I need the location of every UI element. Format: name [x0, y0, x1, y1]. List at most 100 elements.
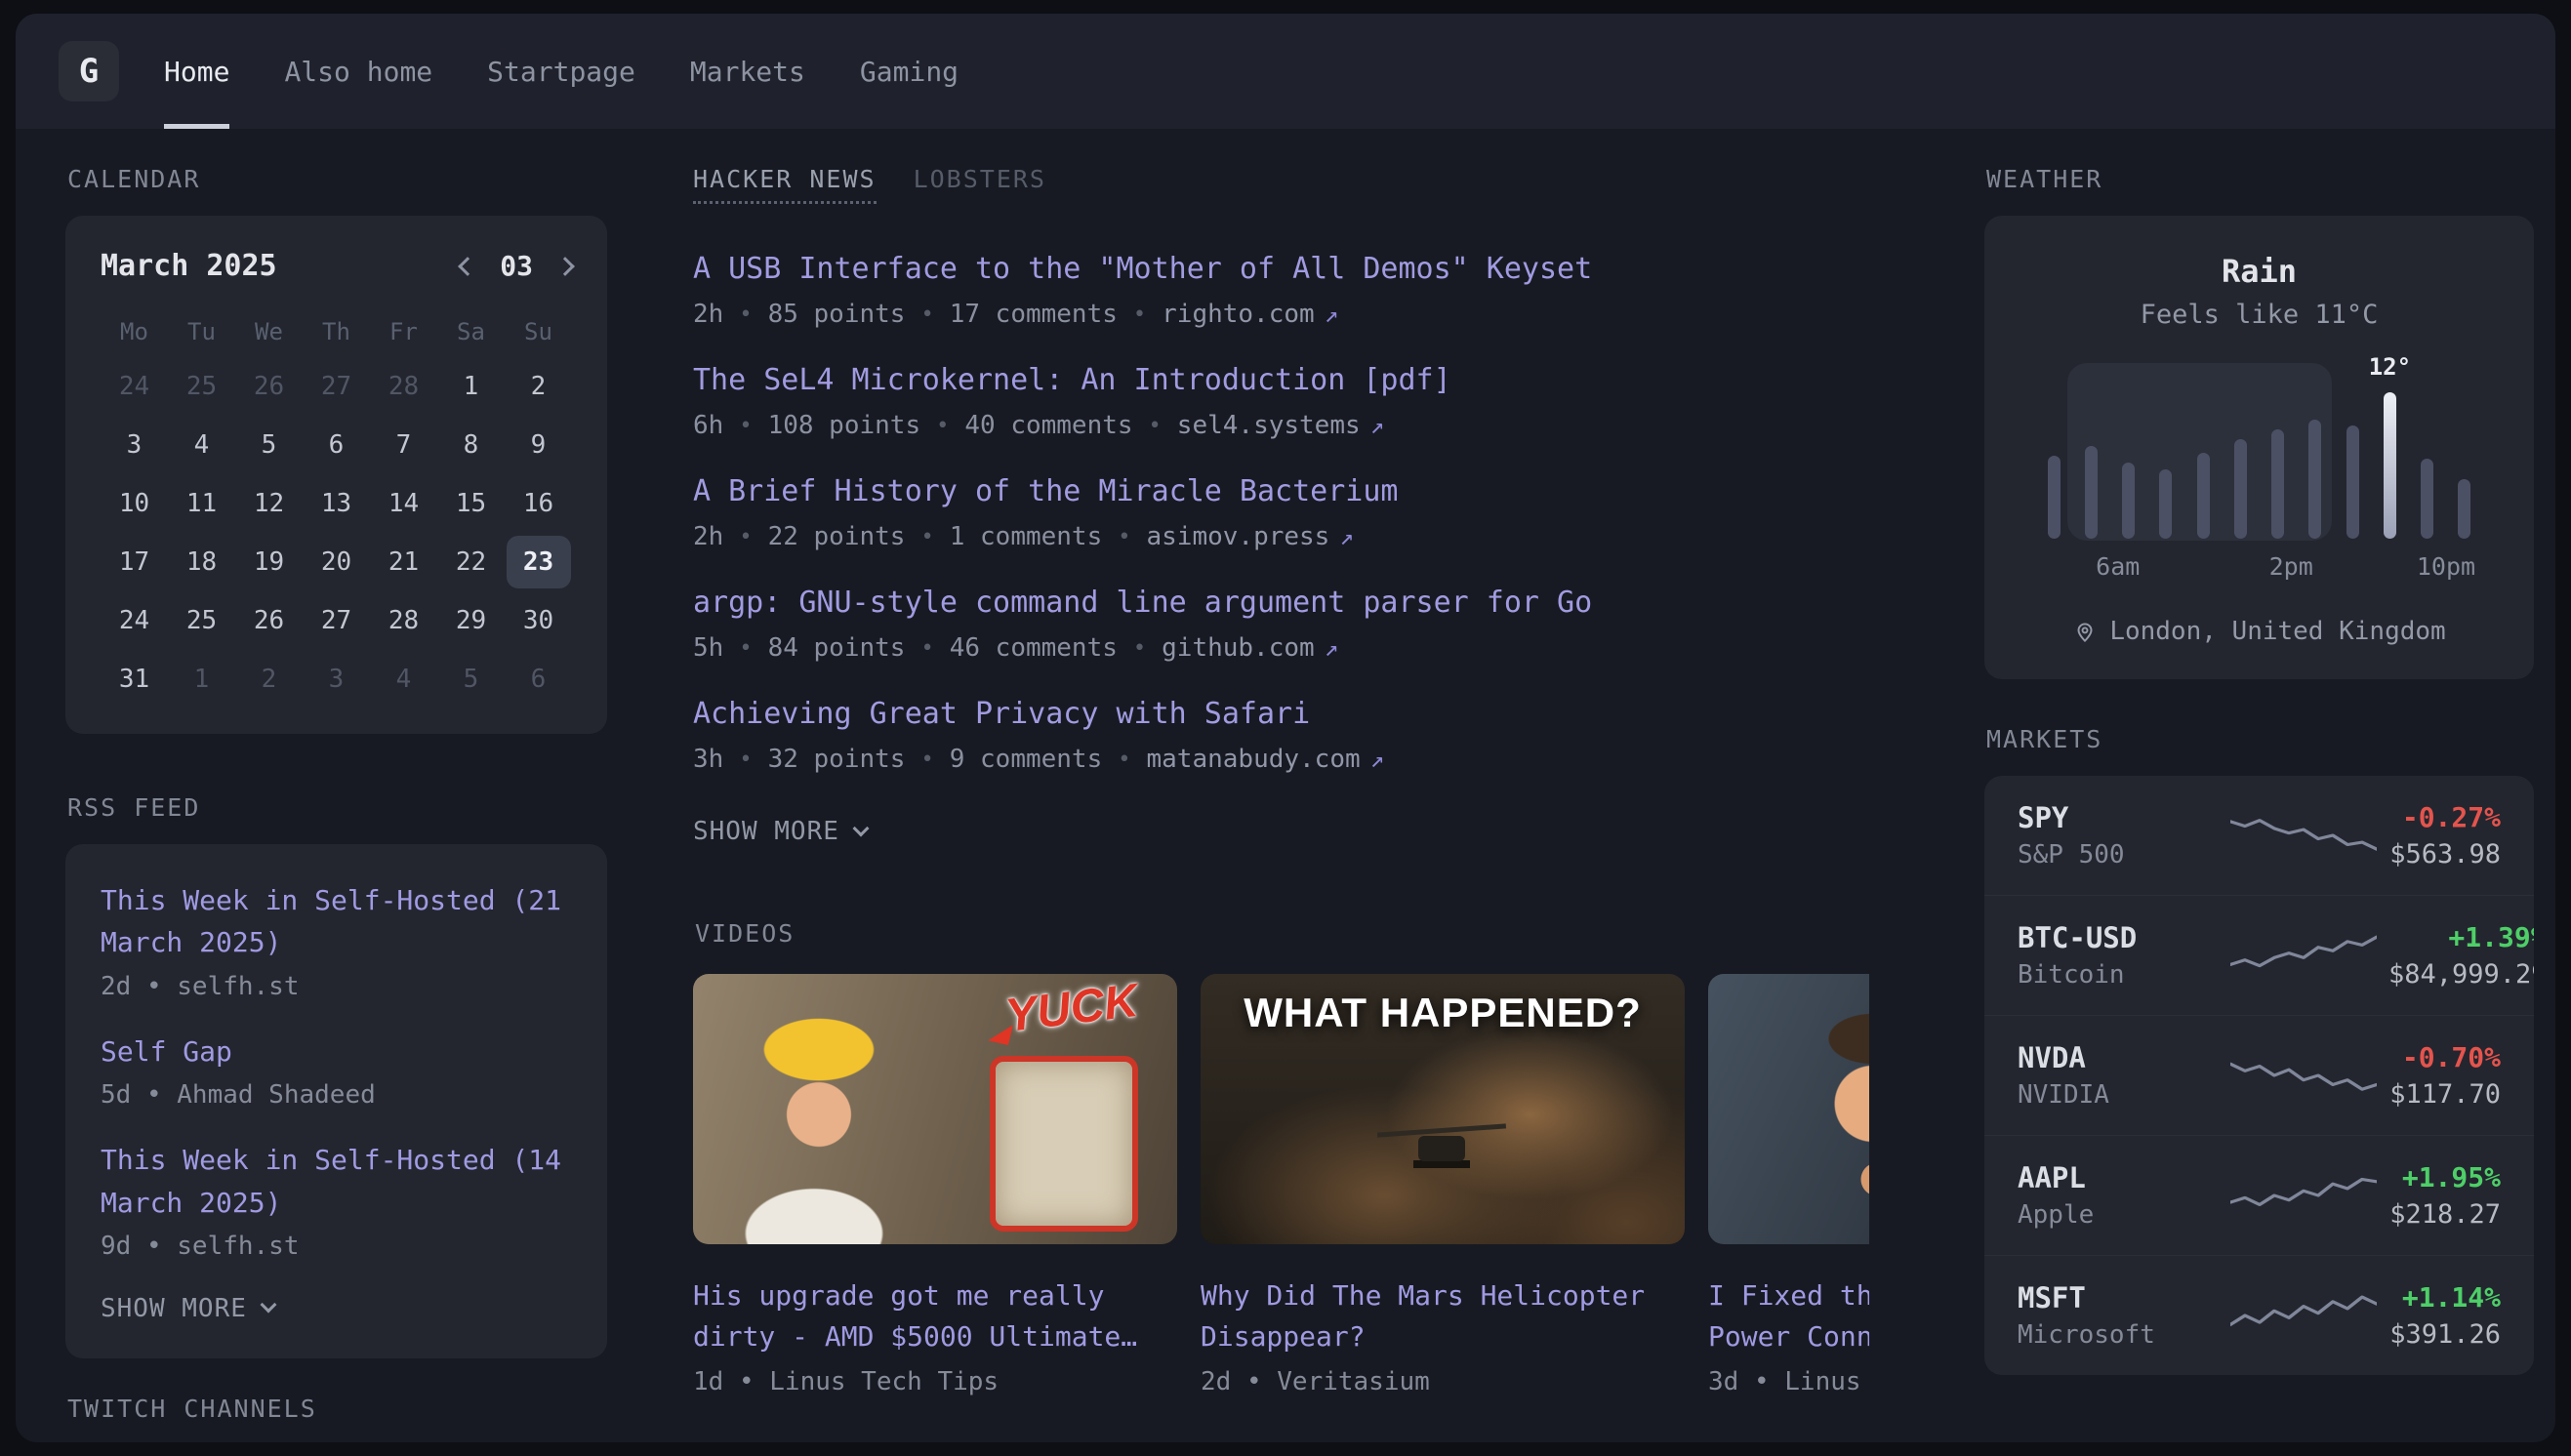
news-item-points: 84 points — [768, 633, 906, 663]
news-item-source-link[interactable]: asimov.press ↗ — [1147, 522, 1354, 551]
market-identity: SPY S&P 500 — [2018, 801, 2219, 870]
calendar-day: 13 — [303, 474, 370, 533]
calendar-header: March 2025 03 — [101, 249, 572, 283]
rss-item-title[interactable]: This Week in Self-Hosted (21 March 2025) — [101, 879, 572, 964]
weather-time-label: 2pm — [2269, 552, 2313, 581]
market-row[interactable]: MSFT Microsoft +1.14% $391.26 — [1984, 1255, 2534, 1375]
news-item-meta: 2h • 22 points • 1 comments • asimov.pre… — [693, 522, 1869, 551]
news-item-title[interactable]: A Brief History of the Miracle Bacterium — [693, 471, 1398, 512]
calendar-day: 12 — [235, 474, 303, 533]
nav-tab[interactable]: Gaming — [860, 14, 959, 129]
calendar-prev-button[interactable] — [461, 260, 474, 273]
news-feed-tab[interactable]: HACKER NEWS — [693, 164, 877, 204]
weather-time-label: 10pm — [2417, 552, 2475, 581]
weather-hour-bar — [2147, 373, 2184, 539]
weather-bar — [2159, 469, 2172, 539]
external-link-icon: ↗ — [1325, 301, 1338, 328]
calendar-day: 29 — [437, 591, 505, 650]
news-item-title[interactable]: argp: GNU-style command line argument pa… — [693, 583, 1592, 624]
weather-bar — [2085, 446, 2098, 539]
video-title-link[interactable]: Why Did The Mars Helicopter Disappear? — [1201, 1275, 1685, 1357]
weather-bar — [2271, 429, 2284, 539]
news-item-source-link[interactable]: sel4.systems ↗ — [1177, 411, 1384, 440]
calendar-controls: 03 — [461, 250, 572, 282]
calendar-day: 21 — [370, 533, 437, 591]
calendar-day: 6 — [505, 650, 572, 708]
market-change: +1.39% — [2388, 921, 2534, 953]
weather-hour-bar — [2409, 373, 2446, 539]
nav-tab[interactable]: Startpage — [487, 14, 635, 129]
news-item-source-link[interactable]: matanabudy.com ↗ — [1147, 745, 1385, 774]
videos-carousel: YUCK His upgrade got me really dirty - A… — [693, 974, 1869, 1396]
calendar-weekday-label: We — [235, 306, 303, 357]
bullet-separator: • — [1133, 636, 1146, 661]
weather-hour-bar: 12° — [2371, 373, 2408, 539]
weather-bar — [2234, 439, 2247, 539]
calendar-day: 20 — [303, 533, 370, 591]
market-values: -0.70% $117.70 — [2388, 1041, 2501, 1110]
weather-heading: WEATHER — [1986, 164, 2534, 194]
weather-time-axis: 6am 2pm 10pm — [2031, 552, 2487, 584]
calendar-heading: CALENDAR — [67, 164, 607, 194]
weather-hour-bar — [2260, 373, 2297, 539]
calendar-day: 23 — [505, 533, 572, 591]
nav-tab[interactable]: Home — [164, 14, 229, 129]
news-show-more-button[interactable]: SHOW MORE — [693, 817, 1869, 846]
market-row[interactable]: NVDA NVIDIA -0.70% $117.70 — [1984, 1015, 2534, 1135]
market-ticker: SPY — [2018, 801, 2219, 834]
markets-widget: SPY S&P 500 -0.27% $563.98 BTC-USD — [1984, 776, 2534, 1375]
video-thumbnail[interactable]: DO T — [1708, 974, 1869, 1244]
market-row[interactable]: SPY S&P 500 -0.27% $563.98 — [1984, 776, 2534, 895]
calendar-day: 19 — [235, 533, 303, 591]
rss-show-more-button[interactable]: SHOW MORE — [101, 1294, 572, 1323]
news-item-meta: 3h • 32 points • 9 comments • matanabudy… — [693, 745, 1869, 774]
market-row[interactable]: AAPL Apple +1.95% $218.27 — [1984, 1135, 2534, 1255]
news-item-source-link[interactable]: github.com ↗ — [1162, 633, 1338, 663]
rss-item-meta: 2d • selfh.st — [101, 972, 572, 1001]
video-thumbnail[interactable]: WHAT HAPPENED? — [1201, 974, 1685, 1244]
chevron-down-icon — [260, 1297, 276, 1314]
calendar-month-number: 03 — [500, 250, 533, 282]
video-item: YUCK His upgrade got me really dirty - A… — [693, 974, 1177, 1396]
calendar-day: 27 — [303, 591, 370, 650]
calendar-weekday-label: Th — [303, 306, 370, 357]
rss-item-meta: 9d • selfh.st — [101, 1232, 572, 1261]
calendar-day: 26 — [235, 357, 303, 416]
bullet-separator: • — [739, 525, 752, 549]
news-feed-tab[interactable]: LOBSTERS — [914, 164, 1046, 194]
calendar-weekday-row: Mo Tu We Th Fr Sa Su — [101, 306, 572, 357]
calendar-day: 14 — [370, 474, 437, 533]
news-item-title[interactable]: The SeL4 Microkernel: An Introduction [p… — [693, 360, 1451, 401]
video-item: DO T I Fixed the 5 Power Connect 3d • Li… — [1708, 974, 1869, 1396]
market-sparkline — [2230, 810, 2377, 861]
top-navbar: G Home Also home Startpage Markets Gamin… — [16, 14, 2555, 129]
app-logo[interactable]: G — [59, 41, 119, 101]
news-item-title[interactable]: A USB Interface to the "Mother of All De… — [693, 249, 1592, 290]
video-title-link[interactable]: His upgrade got me really dirty - AMD $5… — [693, 1275, 1177, 1357]
news-item: argp: GNU-style command line argument pa… — [693, 583, 1869, 663]
news-item-title[interactable]: Achieving Great Privacy with Safari — [693, 694, 1310, 735]
market-row[interactable]: BTC-USD Bitcoin +1.39% $84,999.29 — [1984, 895, 2534, 1015]
news-item-comments: 1 comments — [950, 522, 1103, 551]
weather-bar — [2384, 392, 2396, 539]
calendar-day: 3 — [303, 650, 370, 708]
news-item-age: 2h — [693, 522, 723, 551]
weather-bar — [2048, 456, 2061, 539]
calendar-day: 30 — [505, 591, 572, 650]
calendar-day: 28 — [370, 591, 437, 650]
rss-item-title[interactable]: Self Gap — [101, 1031, 572, 1072]
rss-item-title[interactable]: This Week in Self-Hosted (14 March 2025) — [101, 1139, 572, 1224]
calendar-day: 22 — [437, 533, 505, 591]
weather-bar — [2421, 459, 2433, 539]
market-ticker: NVDA — [2018, 1041, 2219, 1074]
nav-tab[interactable]: Also home — [284, 14, 432, 129]
news-item-source-link[interactable]: righto.com ↗ — [1162, 300, 1338, 329]
video-thumbnail[interactable]: YUCK — [693, 974, 1177, 1244]
market-sparkline — [2230, 1290, 2377, 1341]
market-values: +1.14% $391.26 — [2388, 1281, 2501, 1350]
video-title-link[interactable]: I Fixed the 5 Power Connect — [1708, 1275, 1869, 1357]
calendar-day: 15 — [437, 474, 505, 533]
market-name: Apple — [2018, 1200, 2219, 1230]
nav-tab[interactable]: Markets — [690, 14, 805, 129]
calendar-next-button[interactable] — [558, 260, 572, 273]
